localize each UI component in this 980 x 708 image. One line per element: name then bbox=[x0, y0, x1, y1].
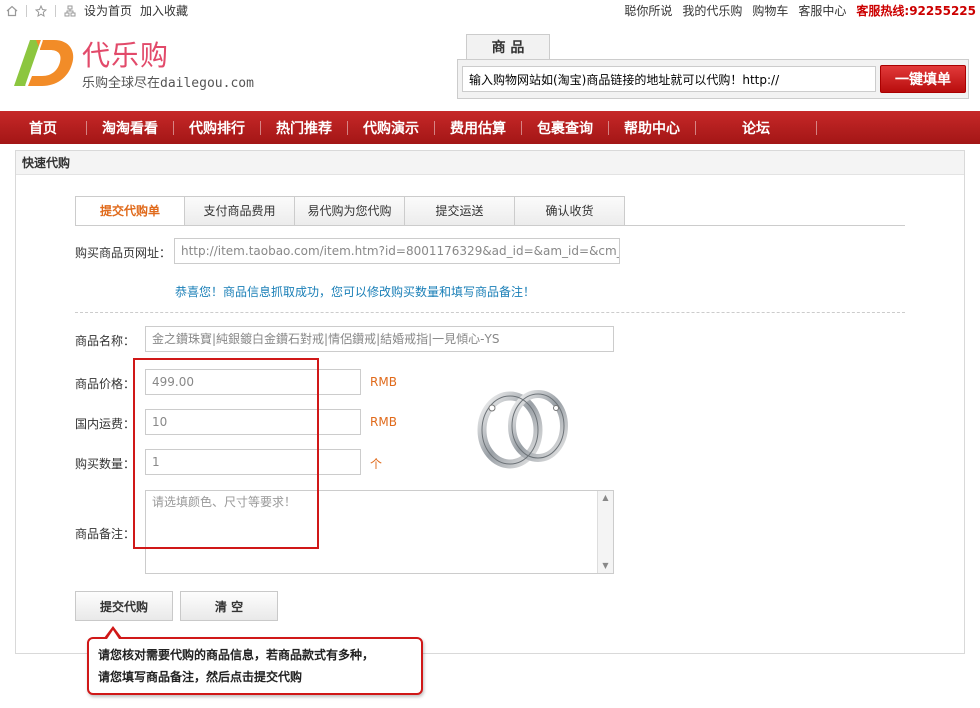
dashed-divider bbox=[75, 312, 905, 313]
price-unit: RMB bbox=[370, 375, 397, 389]
name-label: 商品名称： bbox=[75, 334, 136, 348]
shipping-label: 国内运费： bbox=[75, 417, 136, 431]
product-name-field[interactable]: 金之鑽珠寶|純銀鍍白金鑽石對戒|情侶鑽戒|結婚戒指|一見傾心-YS bbox=[145, 326, 614, 352]
scroll-down-icon[interactable]: ▼ bbox=[598, 559, 613, 573]
clear-button[interactable]: 清 空 bbox=[180, 591, 278, 621]
divider bbox=[26, 4, 27, 17]
url-label: 购买商品页网址： bbox=[75, 246, 172, 260]
logo-mark-icon bbox=[14, 39, 74, 87]
main-nav: 首页 淘淘看看 代购排行 热门推荐 代购演示 费用估算 包裹查询 帮助中心 论坛 bbox=[0, 111, 980, 144]
step-submit-order[interactable]: 提交代购单 bbox=[75, 196, 185, 226]
callout-arrow-inner bbox=[107, 630, 119, 639]
note-scrollbar[interactable]: ▲ ▼ bbox=[597, 491, 613, 573]
brand-slogan: 乐购全球尽在dailegou.com bbox=[82, 76, 254, 91]
order-steps: 提交代购单 支付商品费用 易代购为您代购 提交运送 确认收货 bbox=[75, 196, 625, 226]
nav-item-ranking[interactable]: 代购排行 bbox=[174, 111, 260, 144]
tooltip-callout: 请您核对需要代购的商品信息，若商品款式有多种， 请您填写商品备注，然后点击提交代… bbox=[87, 637, 423, 695]
top-utility-bar: 设为首页 加入收藏 聪你所说 我的代乐购 购物车 客服中心 客服热线:92255… bbox=[0, 0, 980, 20]
product-image bbox=[477, 390, 568, 469]
quantity-unit: 个 bbox=[370, 457, 383, 471]
tab-product[interactable]: 商 品 bbox=[466, 34, 550, 60]
sitemap-icon[interactable] bbox=[64, 5, 76, 17]
panel-title: 快速代购 bbox=[16, 151, 964, 175]
shipping-unit: RMB bbox=[370, 415, 397, 429]
nav-item-hot[interactable]: 热门推荐 bbox=[261, 111, 347, 144]
scroll-up-icon[interactable]: ▲ bbox=[598, 491, 613, 505]
success-message: 恭喜您！商品信息抓取成功，您可以修改购买数量和填写商品备注！ bbox=[175, 285, 536, 299]
add-favorite-link[interactable]: 加入收藏 bbox=[140, 2, 188, 19]
home-icon[interactable] bbox=[6, 5, 18, 17]
set-homepage-link[interactable]: 设为首页 bbox=[84, 2, 132, 19]
one-click-fill-button[interactable]: 一键填单 bbox=[880, 65, 966, 93]
nav-item-help[interactable]: 帮助中心 bbox=[609, 111, 695, 144]
submit-order-button[interactable]: 提交代购 bbox=[75, 591, 173, 621]
nav-item-tracking[interactable]: 包裹查询 bbox=[522, 111, 608, 144]
search-box: 一键填单 bbox=[457, 59, 969, 99]
top-link-cart[interactable]: 购物车 bbox=[752, 2, 788, 19]
highlight-box bbox=[133, 358, 319, 549]
nav-item-demo[interactable]: 代购演示 bbox=[348, 111, 434, 144]
top-link-my-account[interactable]: 我的代乐购 bbox=[682, 2, 742, 19]
top-left-links: 设为首页 加入收藏 bbox=[6, 2, 188, 19]
quantity-label: 购买数量： bbox=[75, 457, 136, 471]
nav-item-home[interactable]: 首页 bbox=[0, 111, 86, 144]
step-confirm[interactable]: 确认收货 bbox=[515, 196, 625, 226]
step-purchase[interactable]: 易代购为您代购 bbox=[295, 196, 405, 226]
step-pay[interactable]: 支付商品费用 bbox=[185, 196, 295, 226]
nav-item-estimate[interactable]: 费用估算 bbox=[435, 111, 521, 144]
nav-item-forum[interactable]: 论坛 bbox=[696, 111, 816, 144]
url-field[interactable]: http://item.taobao.com/item.htm?id=80011… bbox=[174, 238, 620, 264]
divider bbox=[55, 4, 56, 17]
site-logo[interactable]: 代乐购 乐购全球尽在dailegou.com bbox=[6, 30, 266, 92]
callout-line-2: 请您填写商品备注，然后点击提交代购 bbox=[98, 670, 303, 684]
product-link-input[interactable] bbox=[462, 66, 876, 92]
callout-line-1: 请您核对需要代购的商品信息，若商品款式有多种， bbox=[98, 648, 375, 662]
note-label: 商品备注： bbox=[75, 527, 136, 541]
steps-underline bbox=[75, 225, 905, 226]
nav-divider bbox=[816, 120, 817, 135]
brand-name: 代乐购 bbox=[82, 39, 170, 72]
top-right-links: 聪你所说 我的代乐购 购物车 客服中心 客服热线:92255225 bbox=[624, 2, 976, 19]
top-link-service[interactable]: 客服中心 bbox=[798, 2, 846, 19]
price-label: 商品价格： bbox=[75, 377, 136, 391]
step-ship[interactable]: 提交运送 bbox=[405, 196, 515, 226]
top-link-cong[interactable]: 聪你所说 bbox=[624, 2, 672, 19]
favorite-icon[interactable] bbox=[34, 4, 48, 17]
nav-item-browse[interactable]: 淘淘看看 bbox=[87, 111, 173, 144]
hotline-text: 客服热线:92255225 bbox=[856, 4, 976, 18]
